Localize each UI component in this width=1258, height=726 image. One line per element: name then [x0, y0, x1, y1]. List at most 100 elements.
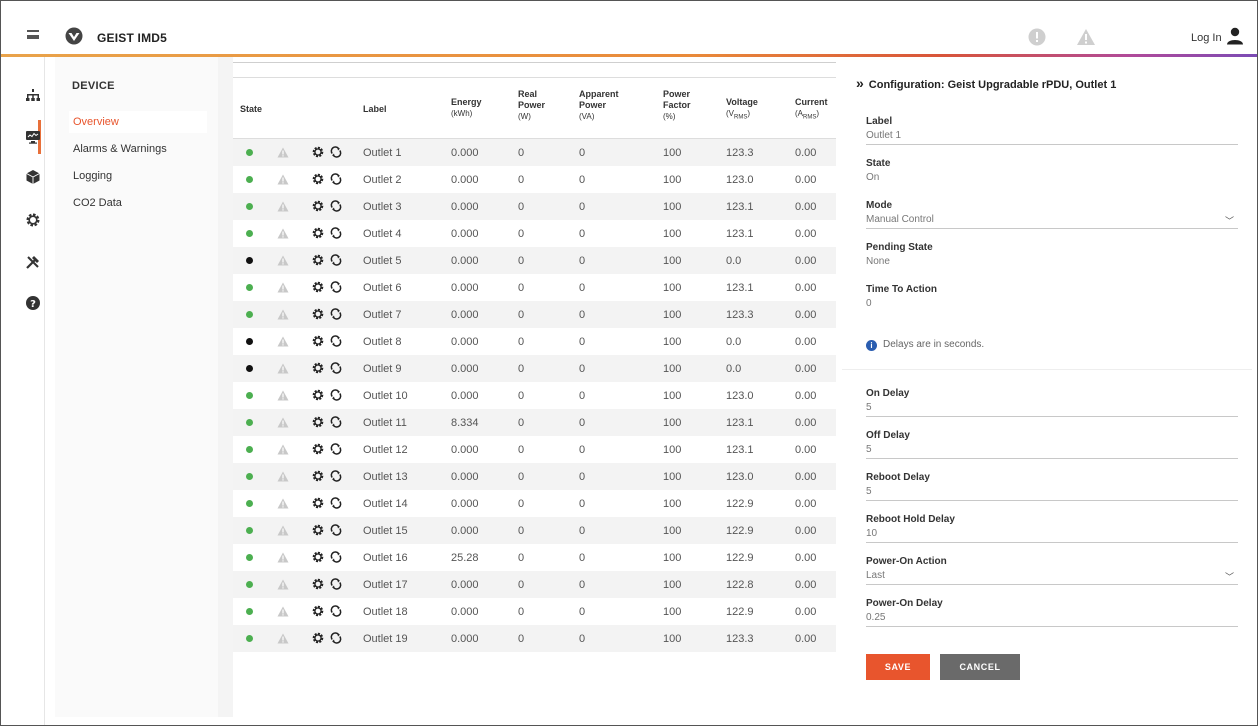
table-row[interactable]: Outlet 2 0.000 0 0 100 123.0 0.00	[233, 166, 836, 193]
table-row[interactable]: Outlet 19 0.000 0 0 100 123.3 0.00	[233, 625, 836, 652]
monitor-icon[interactable]	[25, 129, 41, 145]
subnav-item-co2-data[interactable]: CO2 Data	[69, 192, 207, 214]
cell-label[interactable]: Outlet 10	[363, 390, 408, 402]
cell-label[interactable]: Outlet 3	[363, 201, 402, 213]
mode-select[interactable]: Manual Control ﹀	[866, 214, 1238, 229]
tools-icon[interactable]	[25, 254, 41, 270]
outlet-power-cycle-icon[interactable]	[330, 146, 342, 158]
outlet-power-cycle-icon[interactable]	[330, 470, 342, 482]
subnav-item-alarms-warnings[interactable]: Alarms & Warnings	[69, 138, 207, 160]
cube-icon[interactable]	[25, 169, 41, 185]
cell-label[interactable]: Outlet 8	[363, 336, 402, 348]
cell-label[interactable]: Outlet 7	[363, 309, 402, 321]
table-row[interactable]: Outlet 17 0.000 0 0 100 122.8 0.00	[233, 571, 836, 598]
header-apparent-power[interactable]: Apparent Power (VA)	[579, 89, 619, 122]
cell-label[interactable]: Outlet 16	[363, 552, 408, 564]
outlet-power-cycle-icon[interactable]	[330, 362, 342, 374]
outlet-power-cycle-icon[interactable]	[330, 389, 342, 401]
outlet-settings-gear-icon[interactable]	[312, 308, 324, 320]
table-row[interactable]: Outlet 9 0.000 0 0 100 0.0 0.00	[233, 355, 836, 382]
on-delay-input[interactable]: 5	[866, 402, 1238, 417]
table-row[interactable]: Outlet 13 0.000 0 0 100 123.0 0.00	[233, 463, 836, 490]
table-row[interactable]: Outlet 3 0.000 0 0 100 123.1 0.00	[233, 193, 836, 220]
power-on-delay-input[interactable]: 0.25	[866, 612, 1238, 627]
outlet-settings-gear-icon[interactable]	[312, 173, 324, 185]
header-current[interactable]: Current (ARMS)	[795, 97, 828, 124]
off-delay-input[interactable]: 5	[866, 444, 1238, 459]
outlet-settings-gear-icon[interactable]	[312, 605, 324, 617]
cell-label[interactable]: Outlet 12	[363, 444, 408, 456]
power-on-action-select[interactable]: Last ﹀	[866, 570, 1238, 585]
cell-label[interactable]: Outlet 2	[363, 174, 402, 186]
table-row[interactable]: Outlet 4 0.000 0 0 100 123.1 0.00	[233, 220, 836, 247]
outlet-power-cycle-icon[interactable]	[330, 227, 342, 239]
outlet-power-cycle-icon[interactable]	[330, 254, 342, 266]
outlet-settings-gear-icon[interactable]	[312, 443, 324, 455]
outlet-power-cycle-icon[interactable]	[330, 605, 342, 617]
table-row[interactable]: Outlet 16 25.28 0 0 100 122.9 0.00	[233, 544, 836, 571]
outlet-power-cycle-icon[interactable]	[330, 497, 342, 509]
network-tree-icon[interactable]	[25, 87, 41, 103]
reboot-hold-delay-input[interactable]: 10	[866, 528, 1238, 543]
outlet-settings-gear-icon[interactable]	[312, 200, 324, 212]
outlet-power-cycle-icon[interactable]	[330, 416, 342, 428]
double-chevron-right-icon[interactable]: »	[856, 75, 864, 91]
header-label[interactable]: Label	[363, 104, 387, 115]
header-real-power[interactable]: Real Power (W)	[518, 89, 545, 122]
cell-label[interactable]: Outlet 19	[363, 633, 408, 645]
cell-label[interactable]: Outlet 4	[363, 228, 402, 240]
cancel-button[interactable]: CANCEL	[940, 654, 1020, 680]
table-row[interactable]: Outlet 7 0.000 0 0 100 123.3 0.00	[233, 301, 836, 328]
outlet-settings-gear-icon[interactable]	[312, 254, 324, 266]
subnav-item-logging[interactable]: Logging	[69, 165, 207, 187]
outlet-power-cycle-icon[interactable]	[330, 632, 342, 644]
header-state[interactable]: State	[240, 104, 262, 115]
alarm-icon[interactable]	[1028, 28, 1046, 46]
outlet-settings-gear-icon[interactable]	[312, 389, 324, 401]
table-row[interactable]: Outlet 5 0.000 0 0 100 0.0 0.00	[233, 247, 836, 274]
outlet-power-cycle-icon[interactable]	[330, 524, 342, 536]
table-row[interactable]: Outlet 6 0.000 0 0 100 123.1 0.00	[233, 274, 836, 301]
outlet-settings-gear-icon[interactable]	[312, 470, 324, 482]
outlet-power-cycle-icon[interactable]	[330, 200, 342, 212]
table-row[interactable]: Outlet 8 0.000 0 0 100 0.0 0.00	[233, 328, 836, 355]
table-row[interactable]: Outlet 10 0.000 0 0 100 123.0 0.00	[233, 382, 836, 409]
hamburger-menu-icon[interactable]	[27, 30, 39, 39]
outlet-power-cycle-icon[interactable]	[330, 443, 342, 455]
outlet-settings-gear-icon[interactable]	[312, 551, 324, 563]
header-energy[interactable]: Energy (kWh)	[451, 97, 482, 119]
user-icon[interactable]	[1226, 27, 1244, 45]
warning-icon[interactable]	[1076, 28, 1096, 46]
table-row[interactable]: Outlet 12 0.000 0 0 100 123.1 0.00	[233, 436, 836, 463]
cell-label[interactable]: Outlet 14	[363, 498, 408, 510]
outlet-settings-gear-icon[interactable]	[312, 416, 324, 428]
outlet-settings-gear-icon[interactable]	[312, 632, 324, 644]
cell-label[interactable]: Outlet 18	[363, 606, 408, 618]
reboot-delay-input[interactable]: 5	[866, 486, 1238, 501]
outlet-settings-gear-icon[interactable]	[312, 578, 324, 590]
subnav-item-overview[interactable]: Overview	[69, 111, 207, 133]
outlet-power-cycle-icon[interactable]	[330, 308, 342, 320]
outlet-power-cycle-icon[interactable]	[330, 281, 342, 293]
table-row[interactable]: Outlet 18 0.000 0 0 100 122.9 0.00	[233, 598, 836, 625]
table-row[interactable]: Outlet 14 0.000 0 0 100 122.9 0.00	[233, 490, 836, 517]
help-icon[interactable]: ?	[25, 295, 41, 311]
table-row[interactable]: Outlet 11 8.334 0 0 100 123.1 0.00	[233, 409, 836, 436]
outlet-settings-gear-icon[interactable]	[312, 281, 324, 293]
cell-label[interactable]: Outlet 1	[363, 147, 402, 159]
outlet-power-cycle-icon[interactable]	[330, 335, 342, 347]
outlet-settings-gear-icon[interactable]	[312, 335, 324, 347]
gear-icon[interactable]	[25, 212, 41, 228]
outlet-power-cycle-icon[interactable]	[330, 173, 342, 185]
table-row[interactable]: Outlet 1 0.000 0 0 100 123.3 0.00	[233, 139, 836, 166]
outlet-settings-gear-icon[interactable]	[312, 146, 324, 158]
outlet-power-cycle-icon[interactable]	[330, 578, 342, 590]
cell-label[interactable]: Outlet 6	[363, 282, 402, 294]
save-button[interactable]: SAVE	[866, 654, 930, 680]
header-voltage[interactable]: Voltage (VRMS)	[726, 97, 758, 124]
cell-label[interactable]: Outlet 17	[363, 579, 408, 591]
outlet-power-cycle-icon[interactable]	[330, 551, 342, 563]
outlet-settings-gear-icon[interactable]	[312, 227, 324, 239]
label-input[interactable]: Outlet 1	[866, 130, 1238, 145]
header-power-factor[interactable]: Power Factor (%)	[663, 89, 691, 122]
